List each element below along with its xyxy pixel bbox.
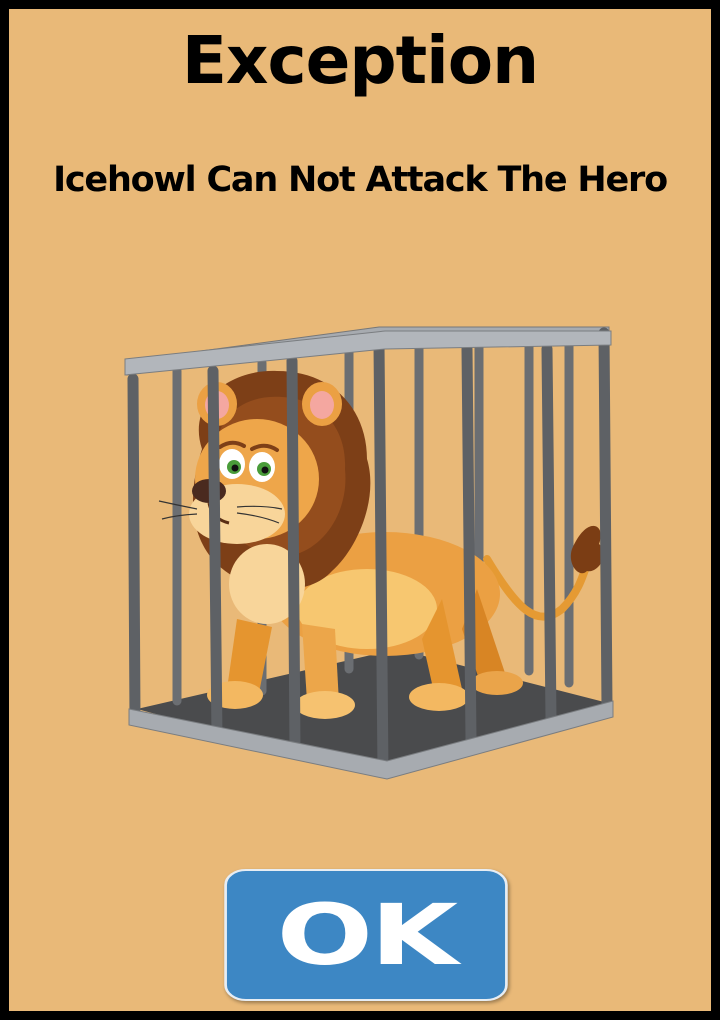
caged-lion-illustration <box>117 309 617 789</box>
ok-button[interactable]: OK <box>224 869 508 1001</box>
dialog-title: Exception <box>181 22 539 99</box>
caged-lion-icon <box>124 326 614 780</box>
exception-dialog: Exception Icehowl Can Not Attack The Her… <box>0 0 720 1020</box>
dialog-message: Icehowl Can Not Attack The Hero <box>53 160 668 200</box>
